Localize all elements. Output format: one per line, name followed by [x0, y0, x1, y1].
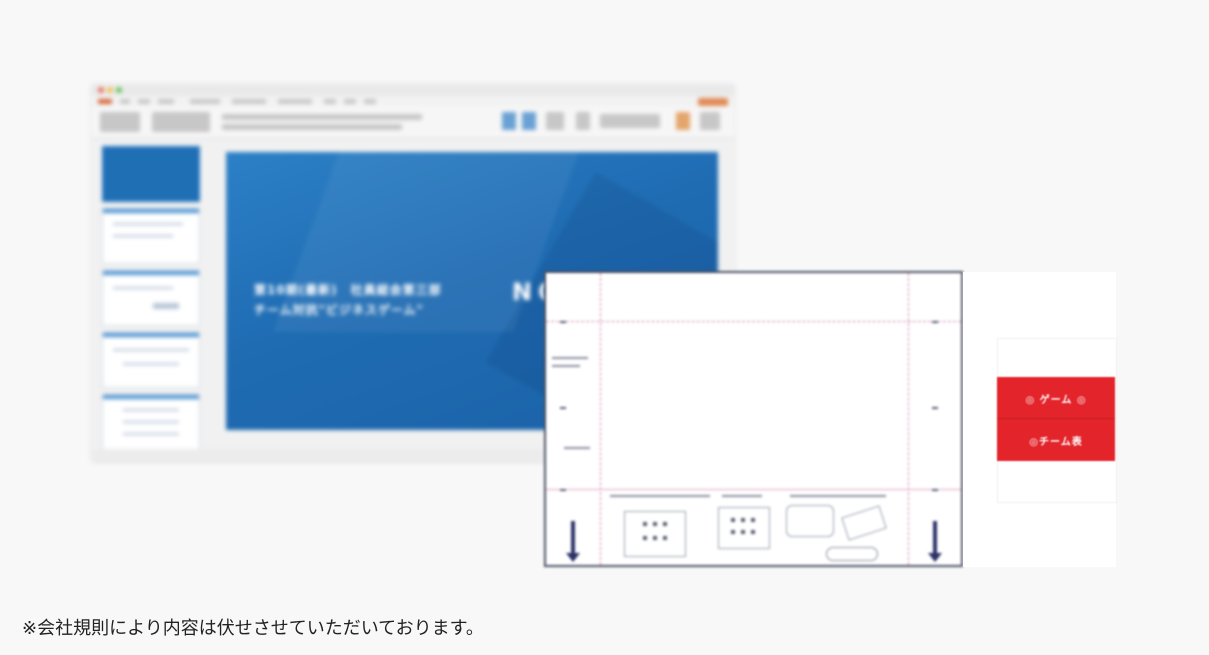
red-label: ◎ ゲーム ◎ — [1025, 395, 1087, 406]
thumbnail-line — [113, 235, 173, 237]
thumbnail-line — [113, 287, 173, 289]
crop-mark — [932, 489, 938, 491]
crop-mark — [560, 407, 566, 409]
figure-dot — [751, 518, 755, 522]
ribbon-toolbar — [92, 106, 734, 139]
slide-title-line: 第10期(最新) 社員総会第三部 — [254, 283, 442, 297]
fold-line — [546, 489, 961, 490]
crop-mark — [932, 321, 938, 323]
thumbnail-line — [123, 433, 179, 435]
ribbon-tab — [344, 99, 356, 104]
thumbnail-line — [123, 409, 179, 411]
fold-line — [908, 273, 909, 565]
template-label-pill — [826, 547, 878, 561]
close-window-icon — [98, 87, 104, 93]
ribbon-tab — [278, 99, 312, 104]
instruction-figure — [624, 511, 686, 557]
thumbnail-line — [123, 363, 179, 365]
ribbon-tab — [120, 99, 130, 104]
minimize-window-icon — [107, 87, 113, 93]
template-note — [610, 495, 710, 497]
slide-title: 第10期(最新) 社員総会第三部 チーム対抗"ビジネスゲーム" — [254, 280, 442, 320]
ribbon-tabs — [92, 96, 734, 106]
ribbon-group — [222, 114, 422, 120]
template-note — [552, 365, 580, 367]
fold-line — [546, 321, 961, 322]
print-template-mockup — [544, 271, 963, 567]
side-card-mockup: ◎ ゲーム ◎ ◎チーム表 — [963, 272, 1117, 567]
red-divider — [997, 418, 1115, 419]
slide-title-line: チーム対抗"ビジネスゲーム" — [254, 303, 424, 317]
crop-mark — [932, 407, 938, 409]
ribbon-tab — [138, 99, 150, 104]
ribbon-group — [152, 112, 210, 132]
figure-dot — [731, 530, 735, 534]
figure-dot — [663, 536, 667, 540]
instruction-figure — [718, 507, 770, 549]
ribbon-icon — [576, 112, 590, 130]
ribbon-icon — [522, 112, 536, 130]
template-note — [790, 495, 886, 497]
ribbon-icon — [502, 112, 516, 130]
ribbon-tab — [232, 99, 266, 104]
thumbnail-line — [113, 349, 189, 351]
share-button — [698, 98, 728, 106]
thumbnail-header — [103, 209, 199, 213]
figure-dot — [643, 536, 647, 540]
slide-thumbnail — [102, 332, 200, 388]
ribbon-tab — [158, 99, 174, 104]
figure-dot — [751, 530, 755, 534]
fold-line — [600, 273, 601, 565]
slide-thumbnail — [102, 394, 200, 450]
disclaimer-caption: ※会社規則により内容は伏せさせていただいております。 — [22, 618, 484, 639]
crop-mark — [560, 489, 566, 491]
thumbnail-line — [113, 223, 183, 225]
slide-thumbnail — [102, 270, 200, 326]
figure-dot — [653, 536, 657, 540]
instruction-figure — [786, 505, 834, 537]
ribbon-tab — [324, 99, 336, 104]
ribbon-icon — [700, 112, 720, 130]
thumbnail-header — [103, 333, 199, 337]
template-note — [722, 495, 762, 497]
thumbnail-line — [153, 303, 179, 309]
down-arrow-icon — [566, 521, 580, 562]
instruction-figure — [841, 505, 887, 541]
file-tab — [98, 99, 112, 104]
ribbon-icon — [676, 112, 690, 130]
maximize-window-icon — [116, 87, 122, 93]
figure-dot — [741, 518, 745, 522]
ribbon-group — [222, 124, 402, 130]
template-note — [564, 447, 590, 449]
slide-thumbnail — [102, 146, 200, 202]
ribbon-icon — [546, 112, 564, 130]
ribbon-group — [600, 114, 660, 128]
window-titlebar — [92, 84, 734, 96]
thumbnail-line — [123, 421, 179, 423]
figure-dot — [653, 522, 657, 526]
ribbon-tab — [190, 99, 220, 104]
template-note — [552, 357, 588, 359]
figure-dot — [643, 522, 647, 526]
down-arrow-icon — [928, 521, 942, 562]
page: 第10期(最新) 社員総会第三部 チーム対抗"ビジネスゲーム" NO ◎ ゲーム… — [0, 0, 1209, 655]
figure-dot — [663, 522, 667, 526]
ribbon-group — [100, 112, 140, 132]
thumbnail-header — [103, 271, 199, 275]
slide-thumbnail — [102, 208, 200, 264]
figure-dot — [731, 518, 735, 522]
red-label: ◎チーム表 — [1029, 437, 1083, 448]
ribbon-tab — [364, 99, 376, 104]
crop-mark — [560, 321, 566, 323]
thumbnail-header — [103, 395, 199, 399]
red-label-block: ◎ ゲーム ◎ ◎チーム表 — [997, 377, 1115, 461]
figure-dot — [741, 530, 745, 534]
